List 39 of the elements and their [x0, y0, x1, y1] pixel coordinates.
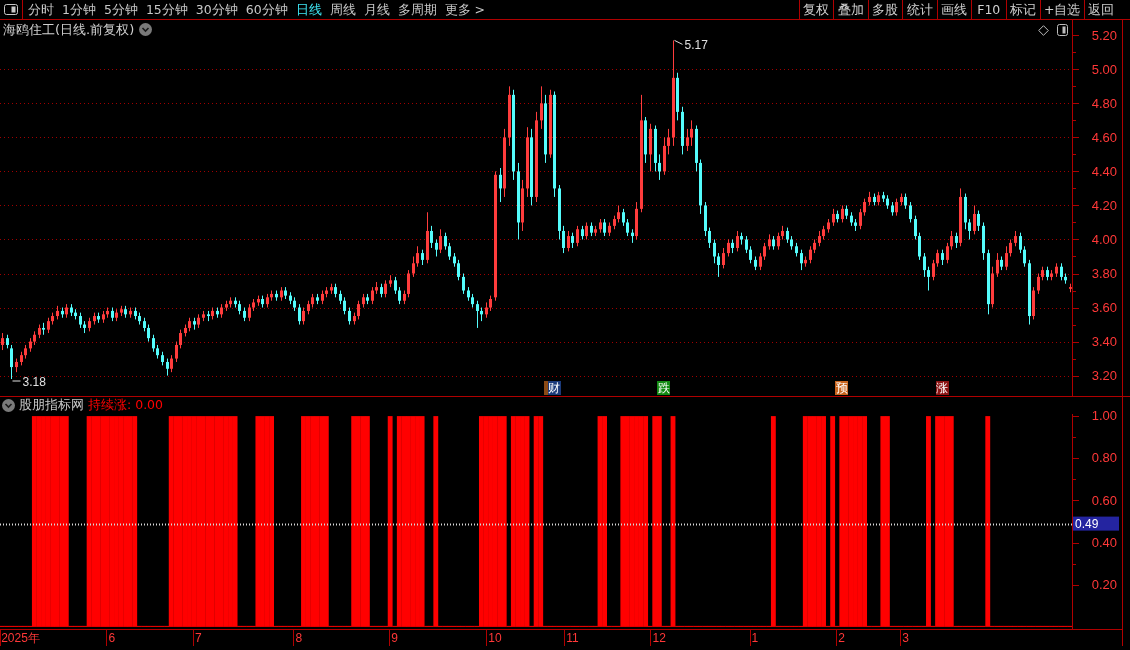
annotation: 5.17 [684, 38, 709, 53]
axis-label: 0.80 [1091, 450, 1117, 466]
axis-label: 4.80 [1091, 95, 1117, 111]
event-tag: 涨 [935, 381, 949, 395]
axis-label: 0.40 [1091, 534, 1117, 550]
price-annotation: 5.17 [674, 38, 708, 53]
event-tag: 预 [835, 381, 849, 395]
axis-label: 0.20 [1091, 576, 1117, 592]
axis-label: 5.00 [1091, 61, 1117, 77]
annotation: 3.18 [22, 374, 47, 389]
event-tag: 跌 [657, 381, 671, 395]
axis-label: 1.00 [1091, 408, 1117, 424]
date-label: 2025年 [1, 631, 40, 645]
axis-label: 0.60 [1091, 492, 1117, 508]
ref-line-label: 0.49 [1075, 517, 1099, 532]
indicator-title: 股朋指标网 [19, 397, 84, 414]
date-label: 7 [195, 631, 202, 645]
date-label: 2 [838, 631, 845, 645]
axis-label: 3.60 [1091, 299, 1117, 315]
axis-label: 3.40 [1091, 333, 1117, 349]
date-label: 12 [652, 631, 666, 645]
axis-label: 4.00 [1091, 231, 1117, 247]
axis-label: 3.80 [1091, 265, 1117, 281]
date-label: 8 [295, 631, 303, 645]
chart-title: 海鸥住工(日线.前复权) [3, 21, 135, 38]
value-label: 0.49 [1073, 516, 1119, 532]
date-label: 6 [108, 631, 116, 645]
axis-label: 4.20 [1091, 197, 1117, 213]
date-label: 10 [488, 631, 502, 645]
price-annotation: 3.18 [12, 375, 46, 389]
date-label: 3 [902, 631, 909, 645]
date-label: 9 [391, 631, 398, 645]
date-label: 11 [566, 631, 579, 645]
indicator-value: 持续涨: 0.00 [88, 397, 164, 414]
date-label: 1 [751, 631, 759, 645]
axis-label: 5.20 [1091, 27, 1117, 43]
axis-label: 4.40 [1091, 163, 1117, 179]
axis-label: 4.60 [1091, 129, 1117, 145]
axis-label: 3.20 [1091, 367, 1117, 383]
